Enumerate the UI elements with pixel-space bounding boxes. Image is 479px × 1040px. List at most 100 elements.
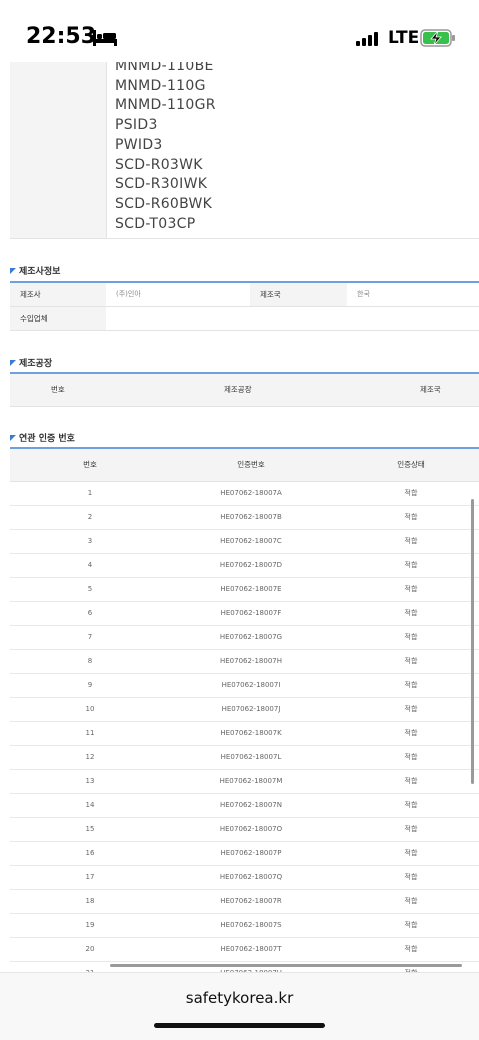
cert-row-number[interactable]: HE07062-18007F — [221, 602, 282, 625]
factory-table-header: 번호 제조공장 제조국 — [10, 372, 479, 407]
cert-row-no: 20 — [85, 945, 95, 953]
table-row: 16 HE07062-18007P 적합 — [10, 842, 479, 866]
vertical-scrollbar[interactable] — [471, 499, 474, 784]
cert-row-status: 적합 — [404, 585, 418, 593]
cert-table-header: 번호 인증번호 인증상태 — [10, 449, 479, 482]
table-row: 1 HE07062-18007A 적합 — [10, 482, 479, 506]
cert-row-no: 4 — [87, 561, 93, 569]
cert-row-no: 10 — [85, 705, 95, 713]
cert-row-status: 적합 — [404, 657, 418, 665]
model-item: MNMD-110GR — [115, 97, 216, 114]
cert-row-status: 적합 — [404, 921, 418, 929]
table-row: 15 HE07062-18007O 적합 — [10, 818, 479, 842]
browser-bottom-bar: safetykorea.kr — [0, 972, 479, 1040]
model-item: SCD-T03CP — [115, 215, 196, 232]
cert-col-cert: 인증번호 — [237, 460, 265, 469]
cert-row-no: 8 — [87, 657, 93, 665]
cert-row-status: 적합 — [404, 753, 418, 761]
importer-value — [106, 307, 479, 330]
cert-row-status: 적합 — [404, 561, 418, 569]
cert-row-number[interactable]: HE07062-18007A — [220, 482, 282, 505]
maker-value: (주)인아 — [116, 290, 141, 298]
cert-row-status: 적합 — [404, 873, 418, 881]
model-list-box: MNMD-110BE MNMD-110G MNMD-110GR PSID3 PWID3 S… — [10, 44, 479, 239]
cert-row-status: 적합 — [404, 849, 418, 857]
table-row: 9 HE07062-18007I 적합 — [10, 674, 479, 698]
cert-row-no: 19 — [85, 921, 95, 929]
cert-row-status: 적합 — [404, 897, 418, 905]
table-row: 20 HE07062-18007T 적합 — [10, 938, 479, 962]
cert-row-number[interactable]: HE07062-18007H — [220, 650, 282, 673]
cert-col-no: 번호 — [83, 460, 97, 469]
cert-row-number[interactable]: HE07062-18007O — [220, 818, 282, 841]
model-item: SCD-R30IWK — [115, 176, 208, 193]
cert-row-no: 2 — [87, 513, 93, 521]
table-row: 8 HE07062-18007H 적합 — [10, 650, 479, 674]
model-item: PSID3 — [115, 117, 158, 134]
model-item: PWID3 — [115, 136, 163, 153]
cert-row-number[interactable]: HE07062-18007G — [220, 626, 282, 649]
cert-row-number[interactable]: HE07062-18007S — [220, 914, 281, 937]
cert-row-no: 11 — [85, 729, 95, 737]
cert-row-number[interactable]: HE07062-18007D — [220, 554, 282, 577]
cert-row-status: 적합 — [404, 825, 418, 833]
table-row: 13 HE07062-18007M 적합 — [10, 770, 479, 794]
cert-row-status: 적합 — [404, 513, 418, 521]
manufacturer-table: 제조사 (주)인아 제조국 한국 수입업체 — [10, 281, 479, 331]
country-label: 제조국 — [250, 283, 347, 306]
cert-row-status: 적합 — [404, 801, 418, 809]
cert-row-number[interactable]: HE07062-18007J — [222, 698, 281, 721]
cert-row-no: 3 — [87, 537, 93, 545]
cert-row-no: 15 — [85, 825, 95, 833]
horizontal-scrollbar[interactable] — [110, 964, 462, 967]
flag-icon — [10, 268, 16, 274]
status-bar: 22:53 LTE — [0, 0, 479, 62]
cert-row-number[interactable]: HE07062-18007B — [220, 506, 282, 529]
cert-row-status: 적합 — [404, 777, 418, 785]
address-bar[interactable]: safetykorea.kr — [0, 989, 479, 1007]
bed-icon — [93, 30, 117, 46]
factory-section-title: 제조공장 — [10, 356, 52, 369]
factory-col-no: 번호 — [51, 385, 65, 394]
cert-row-no: 9 — [87, 681, 93, 689]
cert-row-number[interactable]: HE07062-18007E — [220, 578, 281, 601]
model-item: SCD-R60BWK — [115, 195, 213, 212]
cert-row-no: 14 — [85, 801, 95, 809]
flag-icon — [10, 360, 16, 366]
certs-section-title: 연관 인증 번호 — [10, 431, 75, 444]
maker-label: 제조사 — [10, 283, 106, 306]
table-row: 7 HE07062-18007G 적합 — [10, 626, 479, 650]
table-row: 5 HE07062-18007E 적합 — [10, 578, 479, 602]
cert-row-status: 적합 — [404, 705, 418, 713]
status-time: 22:53 — [26, 24, 97, 49]
table-row: 17 HE07062-18007Q 적합 — [10, 866, 479, 890]
cert-row-number[interactable]: HE07062-18007L — [221, 746, 282, 769]
importer-row: 수입업체 — [10, 307, 479, 331]
cert-row-number[interactable]: HE07062-18007N — [220, 794, 282, 817]
manufacturer-row: 제조사 (주)인아 제조국 한국 — [10, 283, 479, 307]
cert-row-no: 1 — [87, 489, 93, 497]
cert-row-status: 적합 — [404, 489, 418, 497]
cert-table: 번호 인증번호 인증상태 1 HE07062-18007A 적합 2 HE07062-1… — [10, 447, 479, 986]
cert-row-status: 적합 — [404, 537, 418, 545]
cert-row-number[interactable]: HE07062-18007P — [221, 842, 282, 865]
cert-row-no: 7 — [87, 633, 93, 641]
cert-row-number[interactable]: HE07062-18007I — [222, 674, 281, 697]
table-row: 18 HE07062-18007R 적합 — [10, 890, 479, 914]
cert-row-number[interactable]: HE07062-18007M — [220, 770, 283, 793]
battery-charging-icon — [420, 29, 455, 47]
cert-row-no: 12 — [85, 753, 95, 761]
cert-row-status: 적합 — [404, 633, 418, 641]
cert-row-number[interactable]: HE07062-18007R — [220, 890, 282, 913]
cert-row-number[interactable]: HE07062-18007Q — [220, 866, 282, 889]
cert-row-number[interactable]: HE07062-18007T — [220, 938, 281, 961]
table-row: 4 HE07062-18007D 적합 — [10, 554, 479, 578]
table-row: 2 HE07062-18007B 적합 — [10, 506, 479, 530]
model-item: SCD-R03WK — [115, 156, 203, 173]
cert-row-number[interactable]: HE07062-18007C — [220, 530, 282, 553]
table-row: 12 HE07062-18007L 적합 — [10, 746, 479, 770]
table-row: 6 HE07062-18007F 적합 — [10, 602, 479, 626]
cert-row-number[interactable]: HE07062-18007K — [220, 722, 281, 745]
home-indicator[interactable] — [154, 1023, 325, 1028]
cert-row-no: 6 — [87, 609, 93, 617]
